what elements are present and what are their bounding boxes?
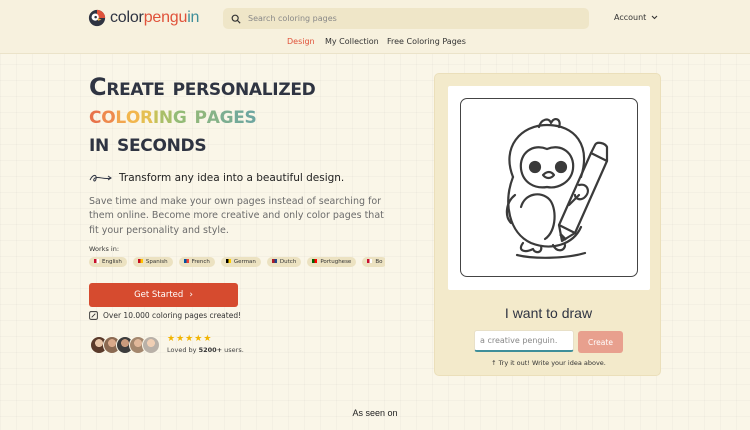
hero-title-line-2: coloring pages — [89, 100, 257, 130]
tagline: Transform any idea into a beautiful desi… — [89, 172, 344, 184]
language-chip: German — [220, 257, 261, 267]
language-list: English Spanish French German Dutch Portughes… — [89, 257, 385, 269]
try-it-hint: ↑ Try it out! Write your idea above. — [491, 359, 606, 367]
star-icon: ★ — [167, 334, 176, 344]
star-icon: ★ — [203, 334, 212, 344]
search-input[interactable] — [248, 14, 548, 23]
flag-icon — [367, 259, 373, 263]
chevron-right-icon: › — [189, 289, 193, 300]
arrow-up-icon: ↑ — [491, 359, 497, 367]
nav-free-coloring-pages[interactable]: Free Coloring Pages — [387, 37, 466, 46]
language-chip: Bo — [362, 257, 385, 267]
hero-title-letter: e — [233, 101, 245, 129]
hero-title-letter: c — [89, 101, 102, 129]
edit-page-icon — [89, 311, 98, 320]
hero-title-letter: n — [158, 101, 173, 129]
language-label: Bo — [375, 259, 383, 265]
penguin-logo-icon — [88, 9, 106, 27]
generator-card: I want to draw Create ↑ Try it out! Writ… — [434, 73, 661, 376]
hero-title-letter: p — [194, 101, 207, 129]
star-icon: ★ — [194, 334, 203, 344]
get-started-label: Get Started — [134, 290, 184, 300]
rating-stars: ★ ★ ★ ★ ★ — [167, 335, 211, 344]
language-label: English — [102, 259, 122, 265]
flag-icon — [183, 259, 189, 263]
flag-icon — [225, 259, 231, 263]
penguin-drawing-icon — [505, 117, 609, 259]
tagline-text: Transform any idea into a beautiful desi… — [119, 172, 345, 184]
hero-title-letter: s — [244, 101, 257, 129]
flag-icon — [312, 259, 318, 263]
coloring-page-preview — [448, 86, 650, 290]
logo[interactable]: colorpenguin — [88, 9, 199, 27]
squiggle-arrow-icon — [89, 174, 112, 182]
chevron-down-icon — [651, 15, 658, 20]
nav-design[interactable]: Design — [287, 37, 315, 46]
avatar — [142, 336, 160, 354]
language-label: German — [233, 259, 256, 265]
hero-title-letter — [186, 100, 194, 130]
pages-created-note: Over 10.000 coloring pages created! — [89, 311, 241, 320]
preview-frame — [460, 98, 638, 277]
hero-title-letter: r — [140, 101, 153, 129]
account-menu[interactable]: Account — [614, 13, 658, 22]
hero-title-letter: g — [219, 101, 234, 129]
hero-title-line-1: Create personalized — [89, 73, 316, 101]
language-chip: Dutch — [266, 257, 302, 267]
user-avatars — [90, 336, 160, 354]
language-label: Dutch — [279, 259, 297, 265]
pages-created-text: Over 10.000 coloring pages created! — [103, 311, 242, 320]
star-icon: ★ — [176, 334, 185, 344]
hero-title-letter: o — [101, 101, 116, 129]
top-header: colorpenguin Account Design My Collectio… — [0, 0, 750, 54]
idea-input[interactable] — [474, 330, 574, 352]
search-bar[interactable] — [223, 8, 589, 29]
hero-title-line-3: in seconds — [89, 129, 207, 157]
create-button[interactable]: Create — [578, 331, 623, 353]
language-chip: English — [89, 257, 127, 267]
search-icon — [231, 14, 241, 24]
hero-title-letter: o — [125, 101, 141, 129]
hero-title-letter: a — [206, 101, 220, 129]
as-seen-on-heading: As seen on — [352, 408, 398, 418]
language-chip: Spanish — [132, 257, 173, 267]
hero-description: Save time and make your own pages instea… — [89, 196, 384, 236]
account-label: Account — [614, 13, 647, 22]
hero-title-letter: l — [115, 101, 126, 129]
star-icon: ★ — [185, 334, 194, 344]
language-chip: Portughese — [307, 257, 357, 267]
language-chip: French — [178, 257, 215, 267]
nav-my-collection[interactable]: My Collection — [325, 37, 379, 46]
flag-icon — [271, 259, 277, 263]
flag-icon — [137, 259, 143, 263]
loved-by-text: Loved by 5200+ users. — [167, 346, 244, 354]
language-label: Portughese — [320, 259, 352, 265]
language-label: French — [191, 259, 210, 265]
generator-heading: I want to draw — [504, 305, 593, 321]
flag-icon — [94, 259, 99, 263]
hero-title-letter: g — [172, 101, 187, 129]
language-label: Spanish — [145, 259, 168, 265]
logo-text: colorpenguin — [110, 9, 200, 26]
works-in-label: Works in: — [89, 245, 120, 253]
get-started-button[interactable]: Get Started › — [89, 283, 238, 307]
